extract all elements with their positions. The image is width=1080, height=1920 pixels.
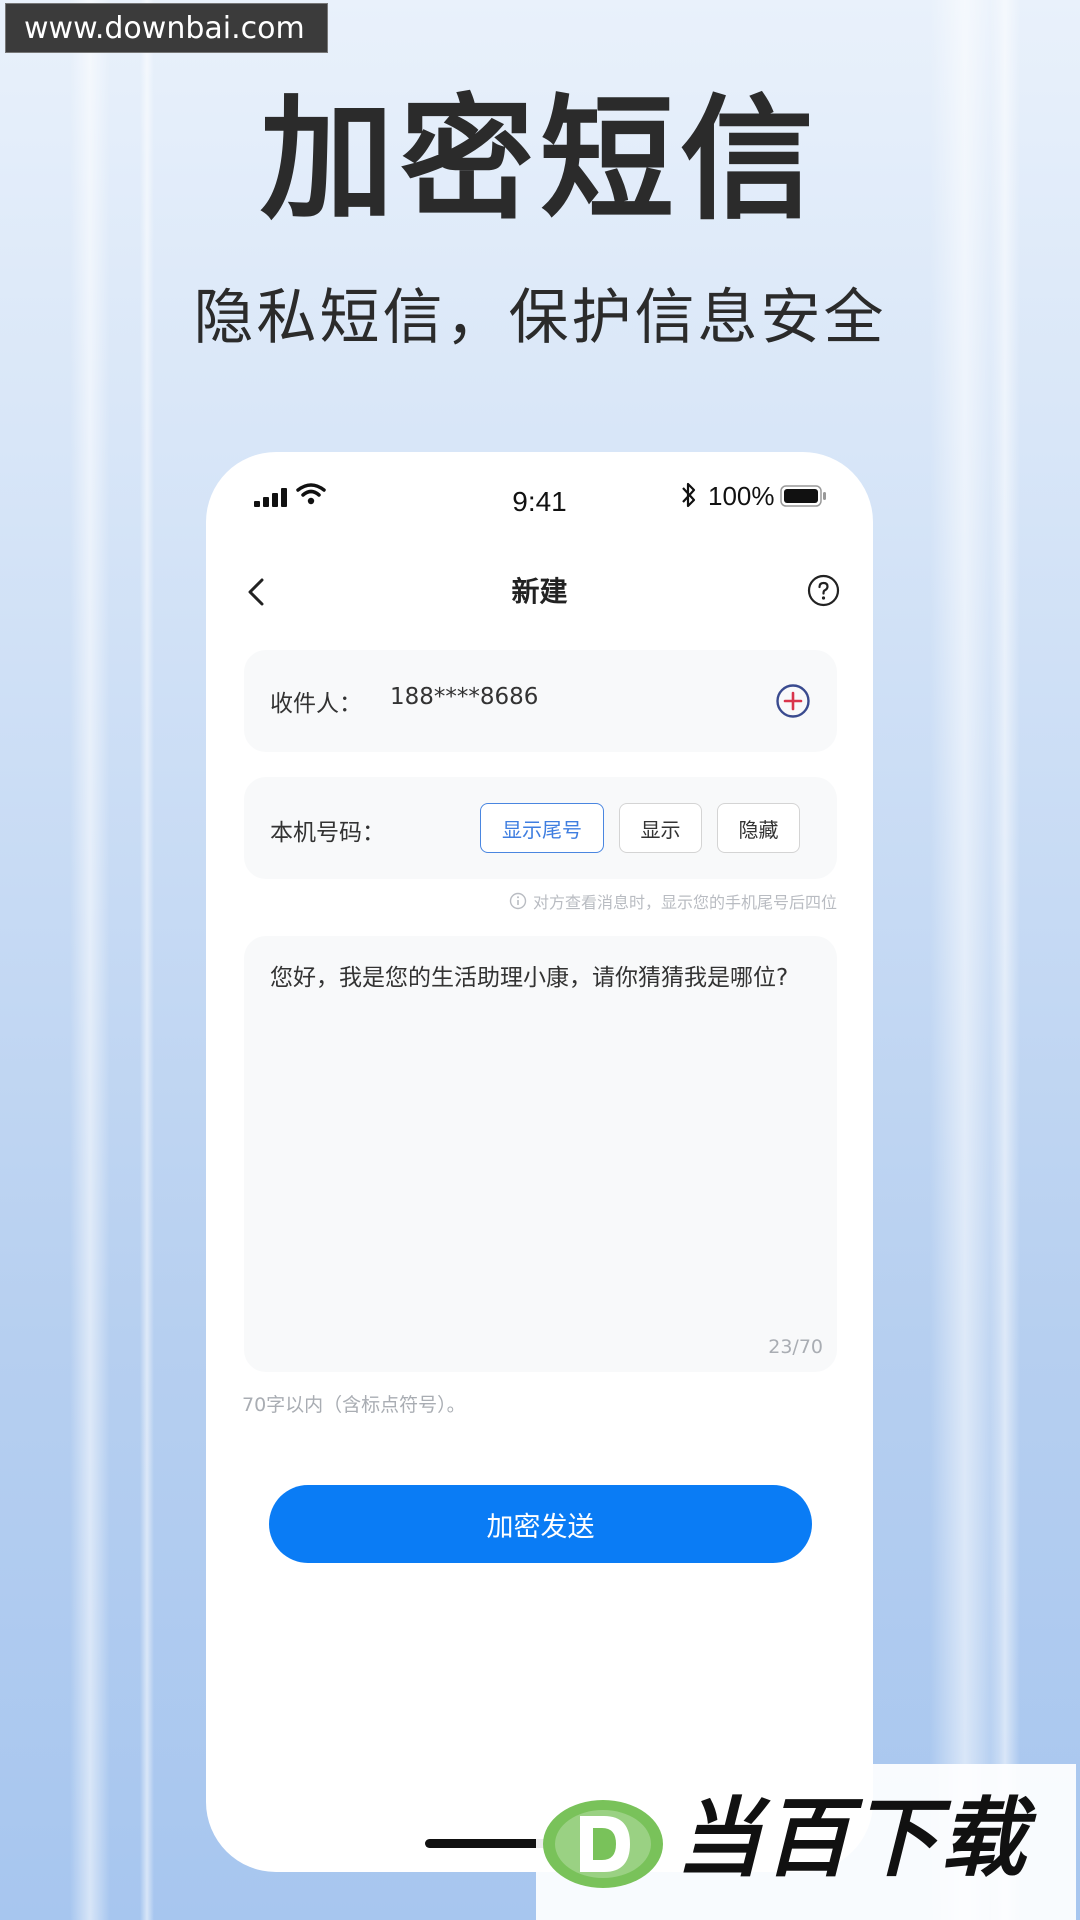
info-icon [509,892,527,910]
message-text[interactable]: 您好，我是您的生活助理小康，请你猜猜我是哪位? [270,962,817,994]
encrypted-send-button[interactable]: 加密发送 [269,1485,812,1563]
own-number-field: 本机号码： 显示尾号 显示 隐藏 [244,777,837,879]
bluetooth-icon [682,482,696,508]
own-number-hint: 对方查看消息时，显示您的手机尾号后四位 [509,889,837,913]
recipient-value[interactable]: 188****8686 [390,684,538,710]
hide-number-button[interactable]: 隐藏 [717,803,800,853]
brand-logo-icon [543,1800,663,1888]
nav-bar: 新建 [206,552,873,630]
add-contact-icon[interactable] [775,683,811,719]
promo-page: www.downbai.com 加密短信 隐私短信，保护信息安全 9:41 10… [0,0,1080,1920]
help-icon[interactable] [807,574,840,607]
recipient-label: 收件人： [270,691,362,717]
show-number-button[interactable]: 显示 [619,803,702,853]
page-title: 新建 [511,575,568,608]
hero-title: 加密短信 [259,82,820,238]
char-counter: 23/70 [768,1336,823,1358]
own-number-hint-text: 对方查看消息时，显示您的手机尾号后四位 [532,893,837,912]
recipient-field[interactable]: 收件人： 188****8686 [244,650,837,752]
message-textarea[interactable]: 您好，我是您的生活助理小康，请你猜猜我是哪位? 23/70 [244,936,837,1372]
battery-icon [780,485,826,507]
hero-subtitle: 隐私短信，保护信息安全 [193,283,887,353]
brand-name: 当百下载 [676,1789,1028,1889]
char-limit-note: 70字以内（含标点符号）。 [242,1394,466,1416]
battery-percentage: 100% [708,481,775,511]
brand-watermark: 当百下载 [536,1764,1076,1920]
show-last-digits-button[interactable]: 显示尾号 [480,803,604,853]
phone-mockup: 9:41 100% 新建 收件人： 188****8686 本机号码： 显示尾号… [206,452,873,1872]
site-watermark: www.downbai.com [5,3,328,53]
status-bar: 9:41 100% [206,452,873,542]
own-number-label: 本机号码： [270,820,385,846]
